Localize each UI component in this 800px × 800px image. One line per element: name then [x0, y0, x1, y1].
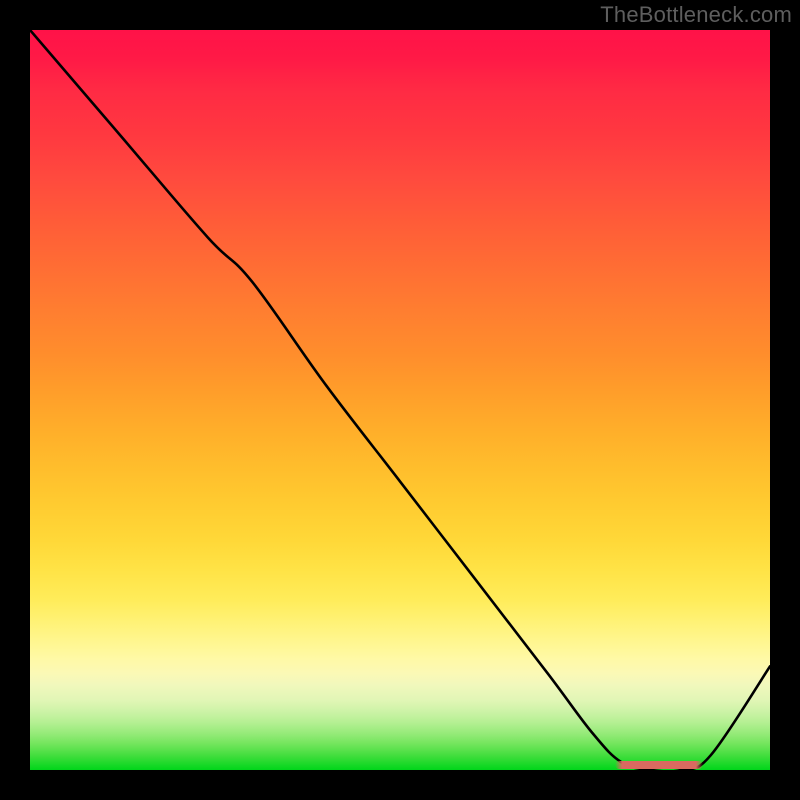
attribution-label: TheBottleneck.com	[600, 2, 792, 28]
chart-frame: TheBottleneck.com	[0, 0, 800, 800]
bottleneck-curve	[30, 30, 770, 770]
optimal-range-marker	[615, 761, 704, 769]
curve-layer	[30, 30, 770, 770]
plot-area	[30, 30, 770, 770]
